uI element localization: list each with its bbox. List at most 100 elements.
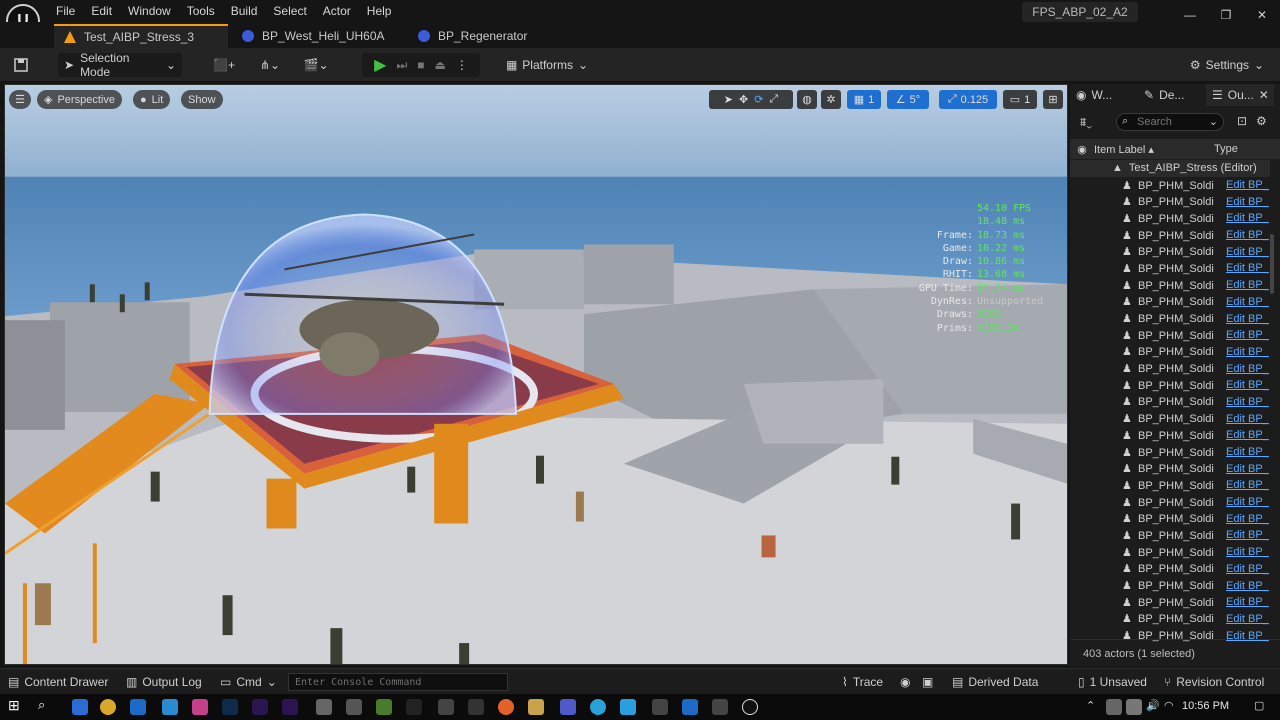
edit-blueprint-link[interactable]: Edit BP_	[1226, 212, 1269, 224]
outliner-row[interactable]: ♟ BP_PHM_Soldi Edit BP_	[1070, 193, 1270, 210]
teams-icon[interactable]	[560, 699, 576, 715]
trace-button[interactable]: ⌇ Trace	[842, 669, 883, 695]
app-icon[interactable]	[162, 699, 178, 715]
outliner-row[interactable]: ♟ BP_PHM_Soldi Edit BP_	[1070, 243, 1270, 260]
world-local-icon[interactable]: ◍	[797, 90, 817, 109]
edit-blueprint-link[interactable]: Edit BP_	[1226, 580, 1269, 592]
search-icon[interactable]: ⌕	[38, 697, 54, 713]
edit-blueprint-link[interactable]: Edit BP_	[1226, 313, 1269, 325]
close-icon[interactable]: ✕	[1259, 88, 1269, 102]
photoshop-icon[interactable]	[222, 699, 238, 715]
translate-tool-icon[interactable]: ✥	[739, 93, 748, 106]
edit-blueprint-link[interactable]: Edit BP_	[1226, 613, 1269, 625]
app-icon[interactable]	[406, 699, 422, 715]
filter-icon[interactable]: ⩩⌄	[1080, 115, 1092, 130]
app-icon[interactable]	[620, 699, 636, 715]
app-icon[interactable]	[376, 699, 392, 715]
tab-outliner[interactable]: ☰ Ou... ✕	[1206, 84, 1274, 106]
show-button[interactable]: Show	[181, 90, 223, 109]
outliner-row[interactable]: ♟ BP_PHM_Soldi Edit BP_	[1070, 594, 1270, 611]
edit-blueprint-link[interactable]: Edit BP_	[1226, 463, 1269, 475]
app-icon[interactable]	[712, 699, 728, 715]
edge-icon[interactable]	[590, 699, 606, 715]
outliner-row[interactable]: ♟ BP_PHM_Soldi Edit BP_	[1070, 344, 1270, 361]
outliner-row[interactable]: ♟ BP_PHM_Soldi Edit BP_	[1070, 611, 1270, 628]
play-icon[interactable]: ▶	[374, 55, 386, 75]
save-icon[interactable]	[8, 53, 34, 77]
app-icon[interactable]	[316, 699, 332, 715]
tray-chevron-icon[interactable]: ⌃	[1086, 699, 1102, 715]
scale-snap-button[interactable]: ⤢ 0.125	[939, 90, 997, 109]
app-icon[interactable]	[652, 699, 668, 715]
taskbar-clock[interactable]: 10:56 PM	[1182, 700, 1229, 712]
edit-blueprint-link[interactable]: Edit BP_	[1226, 446, 1269, 458]
edit-blueprint-link[interactable]: Edit BP_	[1226, 479, 1269, 491]
tab-bp-regenerator[interactable]: BP_Regenerator	[408, 24, 558, 48]
stop-icon[interactable]: ■	[417, 58, 424, 72]
search-input[interactable]: ⌕ Search ⌄	[1116, 113, 1224, 131]
camera-speed-button[interactable]: ▭ 1	[1003, 90, 1037, 109]
menu-help[interactable]: Help	[359, 4, 400, 18]
edit-blueprint-link[interactable]: Edit BP_	[1226, 179, 1269, 191]
outliner-row[interactable]: ♟ BP_PHM_Soldi Edit BP_	[1070, 527, 1270, 544]
edit-blueprint-link[interactable]: Edit BP_	[1226, 413, 1269, 425]
selection-mode-button[interactable]: ➤ Selection Mode ⌄	[58, 51, 182, 79]
outliner-row[interactable]: ♟ BP_PHM_Soldi Edit BP_	[1070, 177, 1270, 194]
outliner-row[interactable]: ♟ BP_PHM_Soldi Edit BP_	[1070, 427, 1270, 444]
menu-file[interactable]: File	[48, 4, 83, 18]
scale-tool-icon[interactable]: ⤢	[769, 93, 778, 106]
notification-icon[interactable]: ▢	[1254, 699, 1270, 715]
add-folder-icon[interactable]: ⊡	[1237, 114, 1247, 128]
app-icon[interactable]	[346, 699, 362, 715]
edit-blueprint-link[interactable]: Edit BP_	[1226, 513, 1269, 525]
options-icon[interactable]: ▣	[922, 669, 933, 695]
network-icon[interactable]: ◠	[1164, 699, 1180, 715]
platforms-button[interactable]: ▦ Platforms ⌄	[502, 53, 592, 77]
chevron-down-icon[interactable]: ⌄	[1209, 115, 1218, 128]
blueprint-menu-button[interactable]: ⋔⌄	[252, 53, 288, 77]
edit-blueprint-link[interactable]: Edit BP_	[1226, 246, 1269, 258]
edit-blueprint-link[interactable]: Edit BP_	[1226, 546, 1269, 558]
unreal-taskbar-icon[interactable]	[742, 699, 758, 715]
outlook-icon[interactable]	[682, 699, 698, 715]
outliner-row[interactable]: ♟ BP_PHM_Soldi Edit BP_	[1070, 377, 1270, 394]
edit-blueprint-link[interactable]: Edit BP_	[1226, 496, 1269, 508]
select-tool-icon[interactable]: ➤	[724, 93, 733, 106]
edit-blueprint-link[interactable]: Edit BP_	[1226, 346, 1269, 358]
menu-actor[interactable]: Actor	[315, 4, 359, 18]
chrome-icon[interactable]	[100, 699, 116, 715]
settings-button[interactable]: ⚙ Settings ⌄	[1186, 53, 1268, 77]
outliner-row[interactable]: ♟ BP_PHM_Soldi Edit BP_	[1070, 327, 1270, 344]
outliner-row[interactable]: ♟ BP_PHM_Soldi Edit BP_	[1070, 227, 1270, 244]
outliner-row[interactable]: ♟ BP_PHM_Soldi Edit BP_	[1070, 460, 1270, 477]
outliner-row[interactable]: ♟ BP_PHM_Soldi Edit BP_	[1070, 294, 1270, 311]
derived-data-button[interactable]: ▤ Derived Data	[952, 669, 1038, 695]
edit-blueprint-link[interactable]: Edit BP_	[1226, 596, 1269, 608]
cinematics-button[interactable]: 🎬⌄	[298, 53, 334, 77]
app-icon[interactable]	[72, 699, 88, 715]
level-viewport[interactable]: ☰ ◈ Perspective ● Lit Show ➤ ✥ ⟳ ⤢ ◍ ✲ ▦…	[4, 84, 1068, 665]
edit-blueprint-link[interactable]: Edit BP_	[1226, 329, 1269, 341]
outliner-row[interactable]: ♟ BP_PHM_Soldi Edit BP_	[1070, 561, 1270, 578]
outliner-row[interactable]: ♟ BP_PHM_Soldi Edit BP_	[1070, 394, 1270, 411]
lit-button[interactable]: ● Lit	[133, 90, 171, 109]
outliner-row[interactable]: ♟ BP_PHM_Soldi Edit BP_	[1070, 360, 1270, 377]
outliner-row[interactable]: ♟ BP_PHM_Soldi Edit BP_	[1070, 310, 1270, 327]
edit-blueprint-link[interactable]: Edit BP_	[1226, 363, 1269, 375]
step-icon[interactable]: ⏭	[396, 58, 407, 73]
outliner-row[interactable]: ♟ BP_PHM_Soldi Edit BP_	[1070, 544, 1270, 561]
item-label-column[interactable]: Item Label ▴	[1094, 143, 1214, 156]
more-options-icon[interactable]: ⋮	[456, 58, 468, 72]
tray-app-icon[interactable]	[1126, 699, 1142, 715]
edit-blueprint-link[interactable]: Edit BP_	[1226, 279, 1269, 291]
root-row[interactable]: ▲ Test_AIBP_Stress (Editor)	[1070, 160, 1270, 177]
outliner-row[interactable]: ♟ BP_PHM_Soldi Edit BP_	[1070, 410, 1270, 427]
folder-icon[interactable]	[528, 699, 544, 715]
tray-app-icon[interactable]	[1106, 699, 1122, 715]
edit-blueprint-link[interactable]: Edit BP_	[1226, 429, 1269, 441]
tab-test-aibp-stress[interactable]: Test_AIBP_Stress_3	[54, 24, 228, 48]
rotate-tool-icon[interactable]: ⟳	[754, 93, 763, 106]
rotation-snap-button[interactable]: ∠ 5°	[887, 90, 929, 109]
content-drawer-button[interactable]: ▤ Content Drawer	[8, 669, 108, 695]
outliner-row[interactable]: ♟ BP_PHM_Soldi Edit BP_	[1070, 260, 1270, 277]
